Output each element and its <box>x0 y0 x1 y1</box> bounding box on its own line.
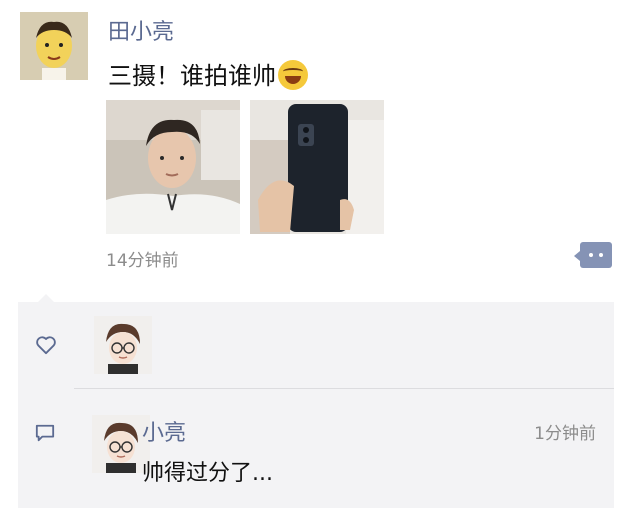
post-timestamp: 14分钟前 <box>106 251 179 271</box>
comment-text: 帅得过分了... <box>142 461 273 486</box>
heart-icon <box>36 336 56 355</box>
post-photo-1[interactable] <box>106 100 240 234</box>
dots-icon <box>589 253 603 257</box>
likes-row <box>18 302 614 388</box>
interaction-panel: 小亮 1分钟前 帅得过分了... <box>18 294 614 508</box>
post-author-name[interactable]: 田小亮 <box>108 14 174 46</box>
commenter-name[interactable]: 小亮 <box>142 415 186 447</box>
comment-row[interactable]: 小亮 1分钟前 帅得过分了... <box>18 389 614 508</box>
comment-icon <box>35 424 55 442</box>
comment-time: 1分钟前 <box>534 424 596 444</box>
laughing-tears-emoji-icon <box>278 60 308 90</box>
post-text: 三摄！谁拍谁帅 <box>108 62 276 90</box>
author-avatar[interactable] <box>20 12 88 80</box>
moments-post: 田小亮 三摄！谁拍谁帅 14分钟前 <box>0 0 640 300</box>
post-content: 三摄！谁拍谁帅 <box>108 56 308 91</box>
liker-avatar[interactable] <box>94 316 152 374</box>
comment-more-icon[interactable] <box>574 242 612 268</box>
post-photo-2[interactable] <box>250 100 384 234</box>
